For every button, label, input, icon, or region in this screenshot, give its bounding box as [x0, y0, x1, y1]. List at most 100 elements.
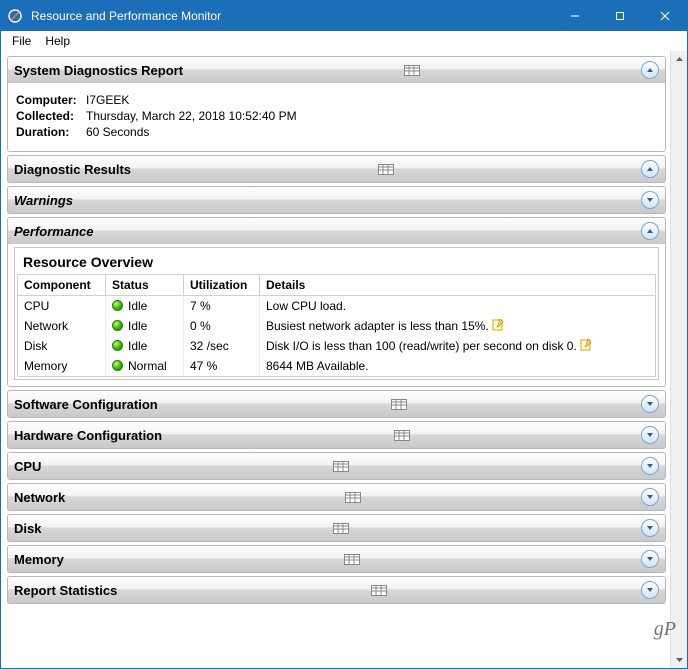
window-title: Resource and Performance Monitor — [31, 9, 552, 23]
maximize-button[interactable] — [597, 1, 642, 31]
section-header-warnings[interactable]: Warnings — [8, 187, 665, 213]
resource-overview-box: Resource Overview Component Status Utili… — [14, 247, 659, 380]
table-icon[interactable] — [333, 522, 349, 534]
section-header-performance[interactable]: Performance — [8, 218, 665, 244]
section-title: CPU — [14, 459, 41, 474]
section-title: Warnings — [14, 193, 73, 208]
cell-details: Low CPU load. — [260, 296, 656, 317]
collected-label: Collected: — [16, 109, 86, 123]
section-system-diagnostics: System Diagnostics Report Compute — [7, 56, 666, 152]
th-details: Details — [260, 275, 656, 296]
cell-component: Disk — [18, 336, 106, 356]
th-utilization: Utilization — [184, 275, 260, 296]
section-header-cpu[interactable]: CPU — [8, 453, 665, 479]
status-dot-green-icon — [112, 320, 123, 331]
section-header-memory[interactable]: Memory — [8, 546, 665, 572]
section-header-report-statistics[interactable]: Report Statistics — [8, 577, 665, 603]
close-button[interactable] — [642, 1, 687, 31]
cell-component: CPU — [18, 296, 106, 317]
collapse-icon[interactable] — [641, 222, 659, 240]
section-header-system-diagnostics[interactable]: System Diagnostics Report — [8, 57, 665, 83]
section-memory: Memory — [7, 545, 666, 573]
section-title: Hardware Configuration — [14, 428, 162, 443]
cell-details: Busiest network adapter is less than 15%… — [260, 316, 656, 336]
table-icon[interactable] — [391, 398, 407, 410]
note-icon[interactable] — [580, 339, 592, 351]
cell-utilization: 32 /sec — [184, 336, 260, 356]
section-title: Software Configuration — [14, 397, 158, 412]
expand-icon[interactable] — [641, 550, 659, 568]
menubar: File Help — [1, 31, 687, 51]
titlebar: Resource and Performance Monitor — [1, 1, 687, 31]
expand-icon[interactable] — [641, 457, 659, 475]
minimize-button[interactable] — [552, 1, 597, 31]
cell-details: 8644 MB Available. — [260, 356, 656, 377]
content-area: System Diagnostics Report Compute — [1, 51, 687, 668]
table-icon[interactable] — [404, 64, 420, 76]
th-status: Status — [106, 275, 184, 296]
app-icon — [7, 8, 23, 24]
scroll-down-icon[interactable] — [672, 651, 687, 668]
cell-status: Idle — [106, 316, 184, 336]
section-header-software-config[interactable]: Software Configuration — [8, 391, 665, 417]
section-warnings: Warnings — [7, 186, 666, 214]
section-cpu: CPU — [7, 452, 666, 480]
cell-utilization: 0 % — [184, 316, 260, 336]
section-header-disk[interactable]: Disk — [8, 515, 665, 541]
duration-label: Duration: — [16, 125, 86, 139]
section-diagnostic-results: Diagnostic Results — [7, 155, 666, 183]
resource-overview-table: Component Status Utilization Details CPU… — [17, 274, 656, 377]
table-icon[interactable] — [345, 491, 361, 503]
section-header-diagnostic-results[interactable]: Diagnostic Results — [8, 156, 665, 182]
app-window: Resource and Performance Monitor File He… — [0, 0, 688, 669]
table-row: CPU Idle 7 % Low CPU load. — [18, 296, 656, 317]
menu-file[interactable]: File — [5, 33, 38, 49]
section-software-config: Software Configuration — [7, 390, 666, 418]
expand-icon[interactable] — [641, 519, 659, 537]
report-content: System Diagnostics Report Compute — [1, 51, 670, 668]
duration-value: 60 Seconds — [86, 125, 149, 139]
section-title: Memory — [14, 552, 64, 567]
section-network: Network — [7, 483, 666, 511]
section-title: System Diagnostics Report — [14, 63, 183, 78]
section-performance: Performance Resource Overview Com — [7, 217, 666, 387]
note-icon[interactable] — [492, 319, 504, 331]
cell-details: Disk I/O is less than 100 (read/write) p… — [260, 336, 656, 356]
menu-help[interactable]: Help — [38, 33, 77, 49]
status-dot-green-icon — [112, 300, 123, 311]
section-disk: Disk — [7, 514, 666, 542]
section-header-network[interactable]: Network — [8, 484, 665, 510]
table-icon[interactable] — [378, 163, 394, 175]
section-title: Network — [14, 490, 65, 505]
expand-icon[interactable] — [641, 488, 659, 506]
cell-status: Idle — [106, 336, 184, 356]
th-component: Component — [18, 275, 106, 296]
cell-status: Idle — [106, 296, 184, 317]
table-row: Memory Normal 47 % 8644 MB Available. — [18, 356, 656, 377]
expand-icon[interactable] — [641, 426, 659, 444]
table-icon[interactable] — [344, 553, 360, 565]
expand-icon[interactable] — [641, 395, 659, 413]
table-icon[interactable] — [394, 429, 410, 441]
section-header-hardware-config[interactable]: Hardware Configuration — [8, 422, 665, 448]
scroll-up-icon[interactable] — [672, 51, 687, 68]
table-row: Network Idle 0 % Busiest network adapter… — [18, 316, 656, 336]
collapse-icon[interactable] — [641, 160, 659, 178]
status-dot-green-icon — [112, 360, 123, 371]
table-icon[interactable] — [333, 460, 349, 472]
section-report-statistics: Report Statistics — [7, 576, 666, 604]
section-title: Report Statistics — [14, 583, 117, 598]
expand-icon[interactable] — [641, 191, 659, 209]
resource-overview-title: Resource Overview — [15, 248, 658, 274]
cell-status: Normal — [106, 356, 184, 377]
cell-component: Memory — [18, 356, 106, 377]
table-row: Disk Idle 32 /sec Disk I/O is less than … — [18, 336, 656, 356]
collapse-icon[interactable] — [641, 61, 659, 79]
expand-icon[interactable] — [641, 581, 659, 599]
section-hardware-config: Hardware Configuration — [7, 421, 666, 449]
status-dot-green-icon — [112, 340, 123, 351]
computer-value: I7GEEK — [86, 93, 129, 107]
vertical-scrollbar[interactable] — [670, 51, 687, 668]
table-icon[interactable] — [371, 584, 387, 596]
cell-utilization: 47 % — [184, 356, 260, 377]
